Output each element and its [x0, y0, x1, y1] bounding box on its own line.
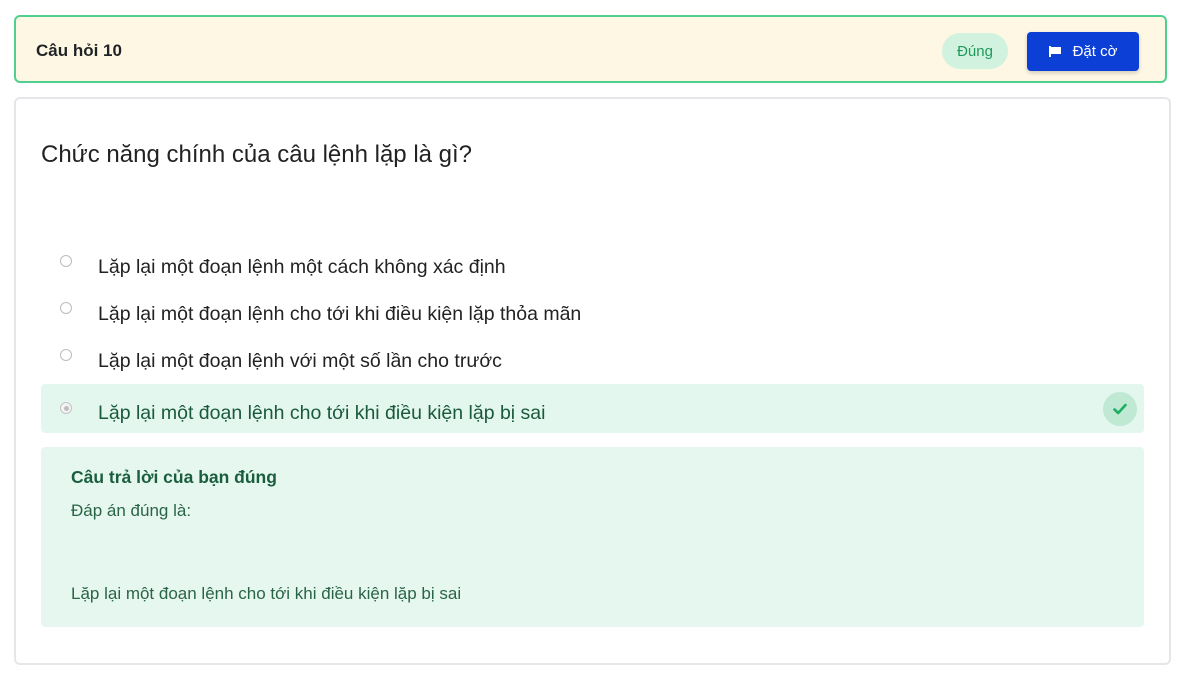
radio-button[interactable]: [60, 255, 72, 267]
radio-button-selected[interactable]: [60, 402, 72, 414]
question-text: Chức năng chính của câu lệnh lặp là gì?: [41, 141, 473, 168]
answer-option-4[interactable]: Lặp lại một đoạn lệnh cho tới khi điều k…: [41, 384, 1144, 433]
flag-icon: [1048, 46, 1061, 57]
feedback-panel: Câu trả lời của bạn đúng Đáp án đúng là:…: [41, 447, 1144, 627]
question-number: Câu hỏi 10: [36, 41, 122, 60]
answer-option-label: Lặp lại một đoạn lệnh cho tới khi điều k…: [98, 303, 582, 325]
answer-option-label: Lặp lại một đoạn lệnh cho tới khi điều k…: [98, 402, 546, 424]
question-header: Câu hỏi 10 Đúng Đặt cờ: [14, 15, 1167, 83]
radio-button[interactable]: [60, 302, 72, 314]
question-card: Chức năng chính của câu lệnh lặp là gì? …: [14, 97, 1171, 665]
status-badge: Đúng: [942, 33, 1008, 69]
radio-button[interactable]: [60, 349, 72, 361]
answer-option-2[interactable]: Lặp lại một đoạn lệnh cho tới khi điều k…: [41, 296, 1144, 338]
answer-option-label: Lặp lại một đoạn lệnh một cách không xác…: [98, 256, 506, 278]
flag-button[interactable]: Đặt cờ: [1027, 32, 1139, 71]
check-icon: [1103, 392, 1137, 426]
flag-button-label: Đặt cờ: [1072, 43, 1118, 60]
answer-option-1[interactable]: Lặp lại một đoạn lệnh một cách không xác…: [41, 249, 1144, 291]
correct-answer-heading: Đáp án đúng là:: [71, 501, 192, 520]
answer-option-3[interactable]: Lặp lại một đoạn lệnh với một số lần cho…: [41, 343, 1144, 385]
answer-option-label: Lặp lại một đoạn lệnh với một số lần cho…: [98, 350, 502, 372]
correct-answer-text: Lặp lại một đoạn lệnh cho tới khi điều k…: [71, 584, 462, 603]
feedback-title: Câu trả lời của bạn đúng: [71, 467, 277, 487]
